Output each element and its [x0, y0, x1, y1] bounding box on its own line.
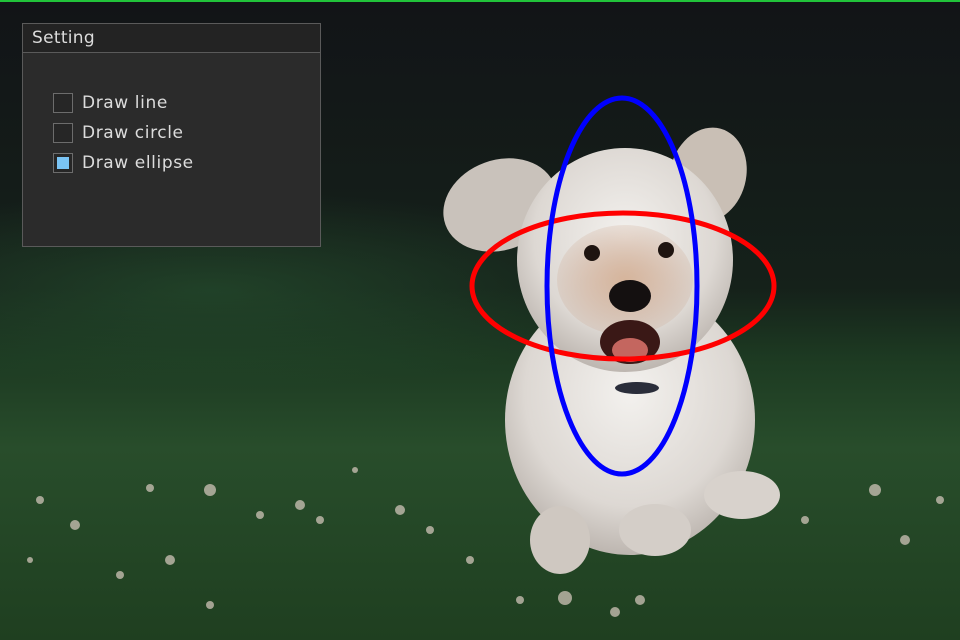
draw-ellipse-checkbox[interactable]	[53, 153, 73, 173]
draw-circle-checkbox[interactable]	[53, 123, 73, 143]
draw-line-option[interactable]: Draw line	[53, 92, 168, 114]
settings-panel: Setting Draw line Draw circle Draw ellip…	[22, 23, 321, 247]
settings-panel-title: Setting	[23, 24, 320, 53]
draw-ellipse-option[interactable]: Draw ellipse	[53, 152, 194, 174]
draw-circle-option[interactable]: Draw circle	[53, 122, 184, 144]
draw-ellipse-label: Draw ellipse	[82, 153, 194, 173]
window-accent-line	[0, 0, 960, 2]
draw-line-label: Draw line	[82, 93, 168, 113]
draw-line-checkbox[interactable]	[53, 93, 73, 113]
draw-circle-label: Draw circle	[82, 123, 184, 143]
